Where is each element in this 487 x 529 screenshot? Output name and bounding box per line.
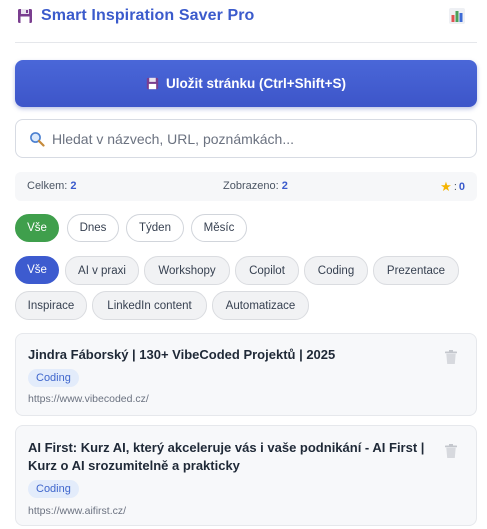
time-filter-month[interactable]: Měsíc: [191, 214, 247, 242]
category-filter-linkedin-content[interactable]: LinkedIn content: [92, 291, 207, 320]
star-icon: ★: [440, 179, 452, 194]
time-filter-today[interactable]: Dnes: [67, 214, 119, 242]
search-icon: [30, 131, 45, 147]
trash-icon[interactable]: [442, 348, 460, 366]
header-divider: [15, 42, 477, 43]
item-title[interactable]: Jindra Fáborský | 130+ VibeCoded Projekt…: [28, 346, 453, 364]
stats-bar: Celkem: 2 Zobrazeno: 2 ★ : 0: [15, 172, 477, 201]
search-input[interactable]: [52, 130, 452, 147]
stat-favorites-sep: :: [453, 181, 457, 193]
app-header: Smart Inspiration Saver Pro: [0, 0, 487, 44]
stat-favorites-value: 0: [458, 181, 465, 193]
item-tag: Coding: [28, 369, 79, 387]
floppy-disk-icon: [146, 77, 159, 90]
stat-shown-label: Zobrazeno:: [223, 180, 279, 192]
app-title-wrap: Smart Inspiration Saver Pro: [17, 7, 254, 25]
stat-total: Celkem: 2: [27, 180, 77, 192]
category-filter-automatizace[interactable]: Automatizace: [212, 291, 309, 320]
save-page-label: Uložit stránku (Ctrl+Shift+S): [165, 76, 346, 91]
category-filter-coding[interactable]: Coding: [304, 256, 368, 285]
item-url[interactable]: https://www.vibecoded.cz/: [28, 393, 149, 405]
list-item[interactable]: AI First: Kurz AI, který akceleruje vás …: [15, 425, 477, 526]
stat-shown: Zobrazeno: 2: [223, 180, 288, 192]
category-filter-workshopy[interactable]: Workshopy: [144, 256, 230, 285]
category-filter-inspirace[interactable]: Inspirace: [15, 291, 87, 320]
stat-total-value: 2: [70, 180, 77, 192]
item-title[interactable]: AI First: Kurz AI, který akceleruje vás …: [28, 439, 453, 475]
save-page-button[interactable]: Uložit stránku (Ctrl+Shift+S): [15, 60, 477, 107]
category-filter-all[interactable]: Vše: [15, 256, 59, 284]
app-title: Smart Inspiration Saver Pro: [41, 7, 255, 24]
floppy-disk-icon: [18, 9, 32, 23]
category-filter-prezentace[interactable]: Prezentace: [373, 256, 459, 285]
stat-favorites: ★ : 0: [440, 179, 465, 195]
category-filter-ai-v-praxi[interactable]: AI v praxi: [65, 256, 139, 285]
item-tag: Coding: [28, 480, 79, 498]
trash-icon[interactable]: [442, 442, 460, 460]
item-url[interactable]: https://www.aifirst.cz/: [28, 505, 126, 517]
list-item[interactable]: Jindra Fáborský | 130+ VibeCoded Projekt…: [15, 333, 477, 416]
time-filter-week[interactable]: Týden: [126, 214, 184, 242]
stat-shown-value: 2: [281, 180, 288, 192]
time-filter-all[interactable]: Vše: [15, 214, 59, 242]
bar-chart-icon[interactable]: [448, 7, 466, 25]
category-filter-copilot[interactable]: Copilot: [235, 256, 299, 285]
search-box[interactable]: [15, 119, 477, 158]
stat-total-label: Celkem:: [27, 180, 68, 192]
